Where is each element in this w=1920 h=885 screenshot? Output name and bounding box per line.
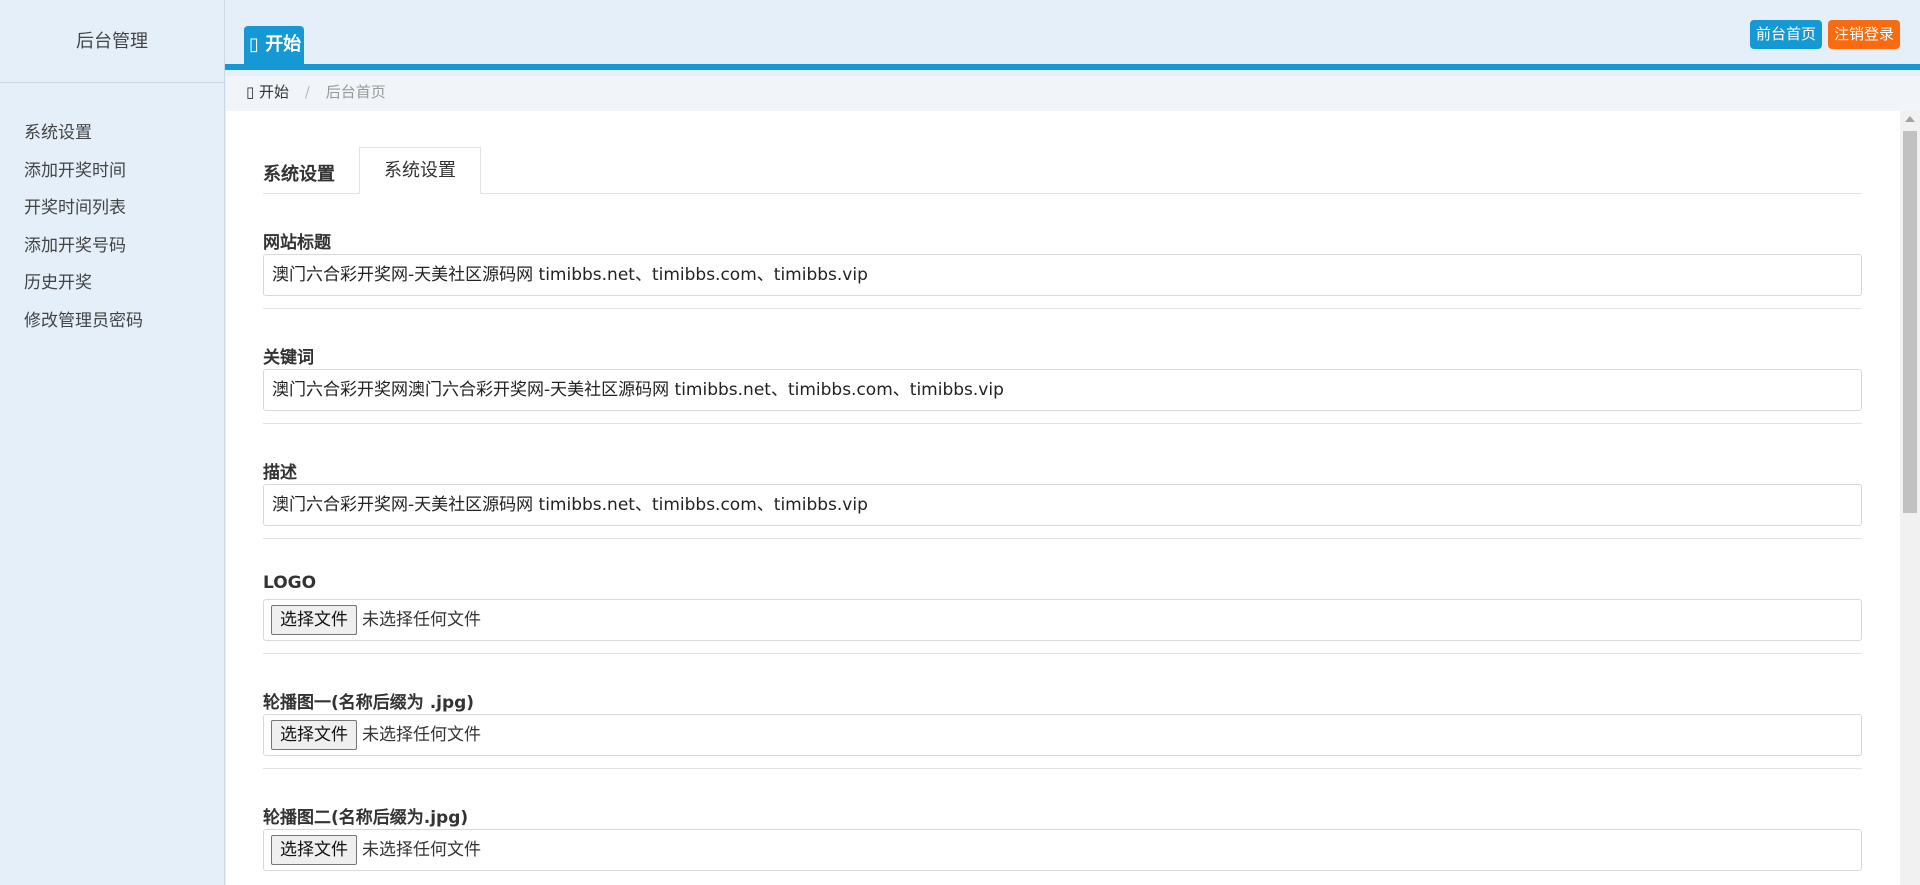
header-accent-bar bbox=[225, 64, 1920, 70]
settings-form: 网站标题 澳门六合彩开奖网-天美社区源码网 timibbs.net、timibb… bbox=[263, 194, 1862, 884]
breadcrumb: ▯ 开始 / 后台首页 bbox=[226, 76, 1920, 111]
front-home-button[interactable]: 前台首页 bbox=[1749, 20, 1822, 49]
tab-system-settings[interactable]: 系统设置 bbox=[359, 147, 481, 194]
banner-2-file-input: 选择文件 未选择任何文件 bbox=[263, 829, 1862, 871]
breadcrumb-current[interactable]: 开始 bbox=[259, 83, 289, 101]
file-status: 未选择任何文件 bbox=[362, 725, 481, 745]
sidebar-item-change-password[interactable]: 修改管理员密码 bbox=[0, 303, 224, 341]
file-status: 未选择任何文件 bbox=[362, 610, 481, 630]
choose-file-button[interactable]: 选择文件 bbox=[271, 720, 357, 750]
sidebar-item-draw-time-list[interactable]: 开奖时间列表 bbox=[0, 190, 224, 228]
choose-file-button[interactable]: 选择文件 bbox=[271, 605, 357, 635]
sidebar-title: 后台管理 bbox=[0, 0, 224, 83]
tab-start[interactable]: ▯ 开始 bbox=[244, 26, 305, 64]
field-logo: LOGO 选择文件 未选择任何文件 bbox=[263, 539, 1862, 654]
tab-start-label: 开始 bbox=[265, 34, 302, 55]
field-label: 描述 bbox=[263, 463, 297, 483]
sidebar-menu: 系统设置 添加开奖时间 开奖时间列表 添加开奖号码 历史开奖 修改管理员密码 bbox=[0, 115, 224, 340]
field-banner-1: 轮播图一(名称后缀为 .jpg) 选择文件 未选择任何文件 bbox=[263, 654, 1862, 769]
field-label: 轮播图二(名称后缀为.jpg) bbox=[263, 808, 469, 828]
settings-tabs: 系统设置 系统设置 bbox=[263, 147, 1862, 194]
sidebar: 后台管理 系统设置 添加开奖时间 开奖时间列表 添加开奖号码 历史开奖 修改管理… bbox=[0, 0, 225, 885]
field-label: LOGO bbox=[263, 573, 317, 593]
breadcrumb-parent[interactable]: 后台首页 bbox=[326, 83, 386, 101]
description-input[interactable]: 澳门六合彩开奖网-天美社区源码网 timibbs.net、timibbs.com… bbox=[263, 484, 1862, 526]
field-site-title: 网站标题 澳门六合彩开奖网-天美社区源码网 timibbs.net、timibb… bbox=[263, 194, 1862, 309]
field-keywords: 关键词 澳门六合彩开奖网澳门六合彩开奖网-天美社区源码网 timibbs.net… bbox=[263, 309, 1862, 424]
logout-button[interactable]: 注销登录 bbox=[1827, 20, 1900, 49]
field-label: 关键词 bbox=[263, 348, 314, 368]
site-title-input[interactable]: 澳门六合彩开奖网-天美社区源码网 timibbs.net、timibbs.com… bbox=[263, 254, 1862, 296]
field-banner-2: 轮播图二(名称后缀为.jpg) 选择文件 未选择任何文件 bbox=[263, 769, 1862, 884]
main-content: 系统设置 系统设置 网站标题 澳门六合彩开奖网-天美社区源码网 timibbs.… bbox=[226, 111, 1900, 885]
sidebar-item-system-settings[interactable]: 系统设置 bbox=[0, 115, 224, 153]
choose-file-button[interactable]: 选择文件 bbox=[271, 835, 357, 865]
banner-1-file-input: 选择文件 未选择任何文件 bbox=[263, 714, 1862, 756]
tab-title: 系统设置 bbox=[263, 164, 335, 185]
sidebar-item-add-draw-time[interactable]: 添加开奖时间 bbox=[0, 153, 224, 191]
scrollbar-thumb[interactable] bbox=[1903, 131, 1917, 513]
logo-file-input: 选择文件 未选择任何文件 bbox=[263, 599, 1862, 641]
file-status: 未选择任何文件 bbox=[362, 840, 481, 860]
field-label: 网站标题 bbox=[263, 233, 331, 253]
vertical-scrollbar[interactable] bbox=[1900, 111, 1920, 885]
scroll-up-arrow-icon[interactable] bbox=[1905, 116, 1915, 122]
keywords-input[interactable]: 澳门六合彩开奖网澳门六合彩开奖网-天美社区源码网 timibbs.net、tim… bbox=[263, 369, 1862, 411]
field-label: 轮播图一(名称后缀为 .jpg) bbox=[263, 693, 475, 713]
home-icon: ▯ bbox=[246, 83, 255, 101]
sidebar-item-add-draw-number[interactable]: 添加开奖号码 bbox=[0, 228, 224, 266]
sidebar-item-draw-history[interactable]: 历史开奖 bbox=[0, 265, 224, 303]
breadcrumb-separator: / bbox=[304, 83, 310, 101]
header-actions: 前台首页 注销登录 bbox=[1749, 20, 1900, 49]
header: ▯ 开始 前台首页 注销登录 bbox=[225, 0, 1920, 70]
field-description: 描述 澳门六合彩开奖网-天美社区源码网 timibbs.net、timibbs.… bbox=[263, 424, 1862, 539]
home-icon: ▯ bbox=[249, 34, 259, 55]
